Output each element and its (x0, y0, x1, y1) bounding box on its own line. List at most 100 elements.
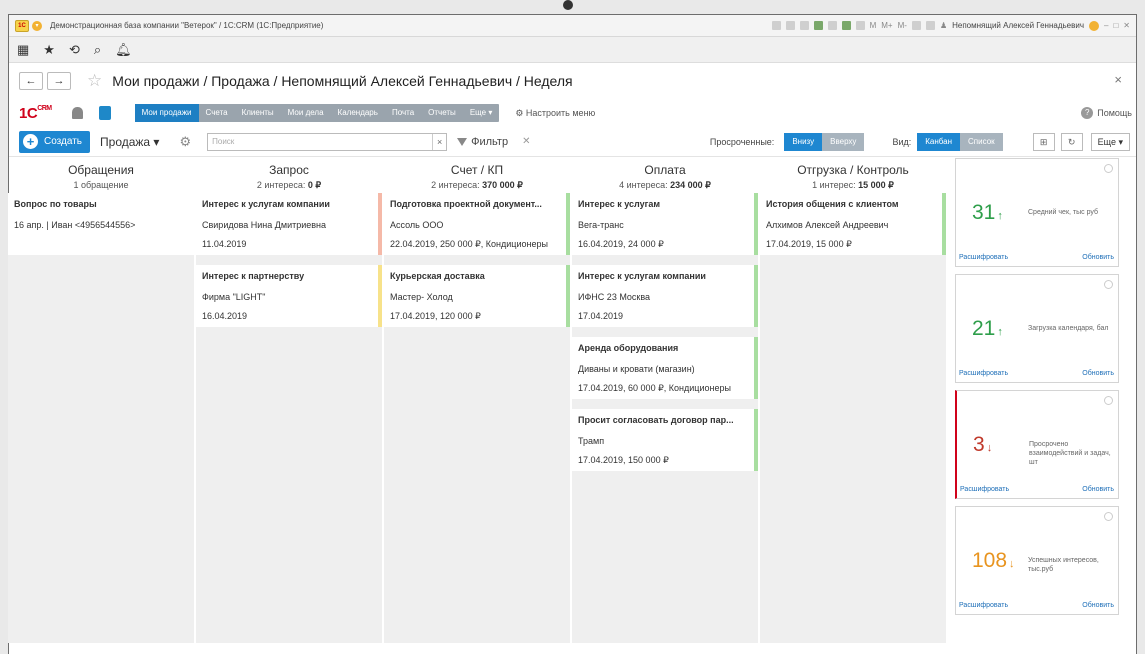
trend-arrow-icon: ↑ (997, 326, 1003, 338)
trend-arrow-icon: ↑ (997, 210, 1003, 222)
column-title: Оплата (644, 163, 686, 177)
add-favorite-icon[interactable]: ☆ (87, 71, 102, 91)
card-title: Интерес к услугам компании (578, 271, 706, 281)
search-input[interactable]: Поиск × (207, 132, 448, 151)
history-icon[interactable]: ⟲ (69, 42, 80, 58)
tab-my-tasks[interactable]: Мои дела (281, 104, 331, 122)
search-icon[interactable]: ⌕ (94, 42, 101, 58)
settings-gear-icon[interactable]: ⚙ (179, 134, 191, 150)
help-link[interactable]: ? Помощь (1081, 107, 1132, 119)
favorites-icon[interactable]: ★ (43, 42, 55, 58)
info-icon[interactable] (1089, 20, 1099, 31)
view-list-option[interactable]: Список (960, 132, 1003, 151)
calendar-icon[interactable] (855, 21, 865, 30)
main-menu-icon[interactable]: ▾ (32, 20, 42, 31)
spreadsheet-icon[interactable] (841, 21, 851, 30)
upload-icon[interactable] (813, 21, 823, 30)
tab-mail[interactable]: Почта (385, 104, 421, 122)
close-form-button[interactable]: × (1114, 72, 1122, 87)
tab-reports[interactable]: Отчеты (421, 104, 463, 122)
refresh-link[interactable]: Обновить (1082, 254, 1114, 261)
overdue-bottom-option[interactable]: Внизу (784, 132, 823, 151)
notifications-icon[interactable]: 🔔︎ (115, 42, 132, 58)
back-button[interactable]: ← (19, 72, 43, 90)
view-kanban-option[interactable]: Канбан (917, 132, 961, 151)
minimize-button[interactable]: – (1104, 21, 1108, 30)
view-label: Вид: (892, 136, 912, 147)
column-body: Подготовка проектной документ... Ассоль О… (384, 193, 570, 643)
print-preview-icon[interactable] (785, 21, 795, 30)
memory-mminus-button[interactable]: M- (898, 21, 907, 30)
configure-menu-link[interactable]: ⚙ Настроить меню (515, 108, 595, 119)
kanban-card[interactable]: Интерес к услугам Вега-транс 16.04.2019, 2… (572, 193, 758, 255)
kanban-card[interactable]: Интерес к услугам компании Свиридова Нина… (196, 193, 382, 255)
forward-button[interactable]: → (47, 72, 71, 90)
tab-clients[interactable]: Клиенты (235, 104, 281, 122)
kanban-card[interactable]: Подготовка проектной документ... Ассоль О… (384, 193, 570, 255)
close-window-button[interactable]: ✕ (1123, 21, 1130, 30)
memory-mplus-button[interactable]: M+ (881, 21, 892, 30)
kanban-card[interactable]: Аренда оборудования Диваны и кровати (маг… (572, 337, 758, 399)
memory-m-button[interactable]: M (870, 21, 877, 30)
maximize-button[interactable]: □ (1113, 21, 1118, 30)
help-icon: ? (1081, 107, 1094, 119)
decode-link[interactable]: Расшифровать (960, 486, 1009, 493)
widget-close-icon[interactable] (1104, 164, 1113, 173)
tasks-clipboard-icon[interactable] (98, 106, 111, 120)
decode-link[interactable]: Расшифровать (959, 254, 1008, 261)
decode-link[interactable]: Расшифровать (959, 602, 1008, 609)
window-title: Демонстрационная база компании "Ветерок"… (50, 21, 324, 30)
title-bar: 1С ▾ Демонстрационная база компании "Вет… (9, 15, 1136, 37)
copy-icon[interactable] (827, 21, 837, 30)
widget-close-icon[interactable] (1104, 396, 1113, 405)
tab-calendar[interactable]: Календарь (331, 104, 385, 122)
refresh-icon[interactable]: ↻ (1060, 132, 1083, 151)
user-icon: ♟ (939, 21, 948, 30)
window-layout-icon[interactable] (925, 21, 935, 30)
widget-close-icon[interactable] (1104, 280, 1113, 289)
decode-link[interactable]: Расшифровать (959, 370, 1008, 377)
grid-settings-icon[interactable]: ⊞ (1032, 132, 1055, 151)
kanban-card[interactable]: Интерес к партнерству Фирма "LIGHT" 16.04.… (196, 265, 382, 327)
apps-grid-icon[interactable]: ▦ (17, 42, 29, 58)
kanban-card[interactable]: Курьерская доставка Мастер- Холод 17.04.20… (384, 265, 570, 327)
kanban-card[interactable]: Просит согласовать договор пар... Трамп 17… (572, 409, 758, 471)
plus-icon: + (23, 134, 38, 149)
filter-clear-button[interactable]: ✕ (522, 136, 530, 147)
refresh-link[interactable]: Обновить (1082, 602, 1114, 609)
kanban-card[interactable]: История общения с клиентом Алхимов Алексе… (760, 193, 946, 255)
widget-close-icon[interactable] (1104, 512, 1113, 521)
current-user[interactable]: Непомнящий Алексей Геннадьевич (952, 21, 1084, 30)
filter-button[interactable]: Фильтр (457, 136, 508, 148)
sections-bar: 1СCRM Мои продажи Счета Клиенты Мои дела… (9, 99, 1136, 127)
card-title: Интерес к услугам (578, 199, 661, 209)
overdue-top-option[interactable]: Вверху (822, 132, 865, 151)
column-summary: 1 интерес: 15 000 ₽ (812, 180, 894, 190)
kanban-card[interactable]: Интерес к услугам компании ИФНС 23 Москва… (572, 265, 758, 327)
card-details: 17.04.2019, 150 000 ₽ (578, 455, 669, 465)
save-icon[interactable] (799, 21, 809, 30)
refresh-link[interactable]: Обновить (1082, 370, 1114, 377)
create-button[interactable]: + Создать (19, 130, 91, 153)
card-details: 17.04.2019, 60 000 ₽, Кондиционеры (578, 383, 731, 393)
kpi-description: Успешных интересов, тыс.руб (1028, 557, 1099, 573)
column-header: Обращения 1 обращение (8, 163, 194, 196)
column-summary: 2 интереса: 370 000 ₽ (431, 180, 523, 190)
crm-logo: 1СCRM (19, 104, 52, 122)
kpi-widget: 108 ↓ Успешных интересов, тыс.руб Расшифров… (955, 506, 1119, 615)
more-button[interactable]: Еще ▾ (1090, 132, 1130, 151)
card-title: Аренда оборудования (578, 343, 679, 353)
kpi-widgets: 31 ↑ Средний чек, тыс руб Расшифровать Обнов… (955, 158, 1119, 622)
print-icon[interactable] (771, 21, 781, 30)
tab-invoices[interactable]: Счета (199, 104, 235, 122)
zoom-icon[interactable] (911, 21, 921, 30)
tab-my-sales[interactable]: Мои продажи (134, 104, 199, 122)
tab-more[interactable]: Еще ▾ (463, 104, 500, 122)
sale-dropdown[interactable]: Продажа ▾ (100, 135, 159, 149)
column-title: Счет / КП (450, 163, 504, 177)
refresh-link[interactable]: Обновить (1082, 486, 1114, 493)
search-clear-button[interactable]: × (432, 133, 446, 150)
bell-icon[interactable] (71, 107, 83, 119)
card-title: Интерес к услугам компании (202, 199, 330, 209)
kanban-card[interactable]: Вопрос по товары 16 апр. | Иван <49565445… (8, 193, 194, 255)
